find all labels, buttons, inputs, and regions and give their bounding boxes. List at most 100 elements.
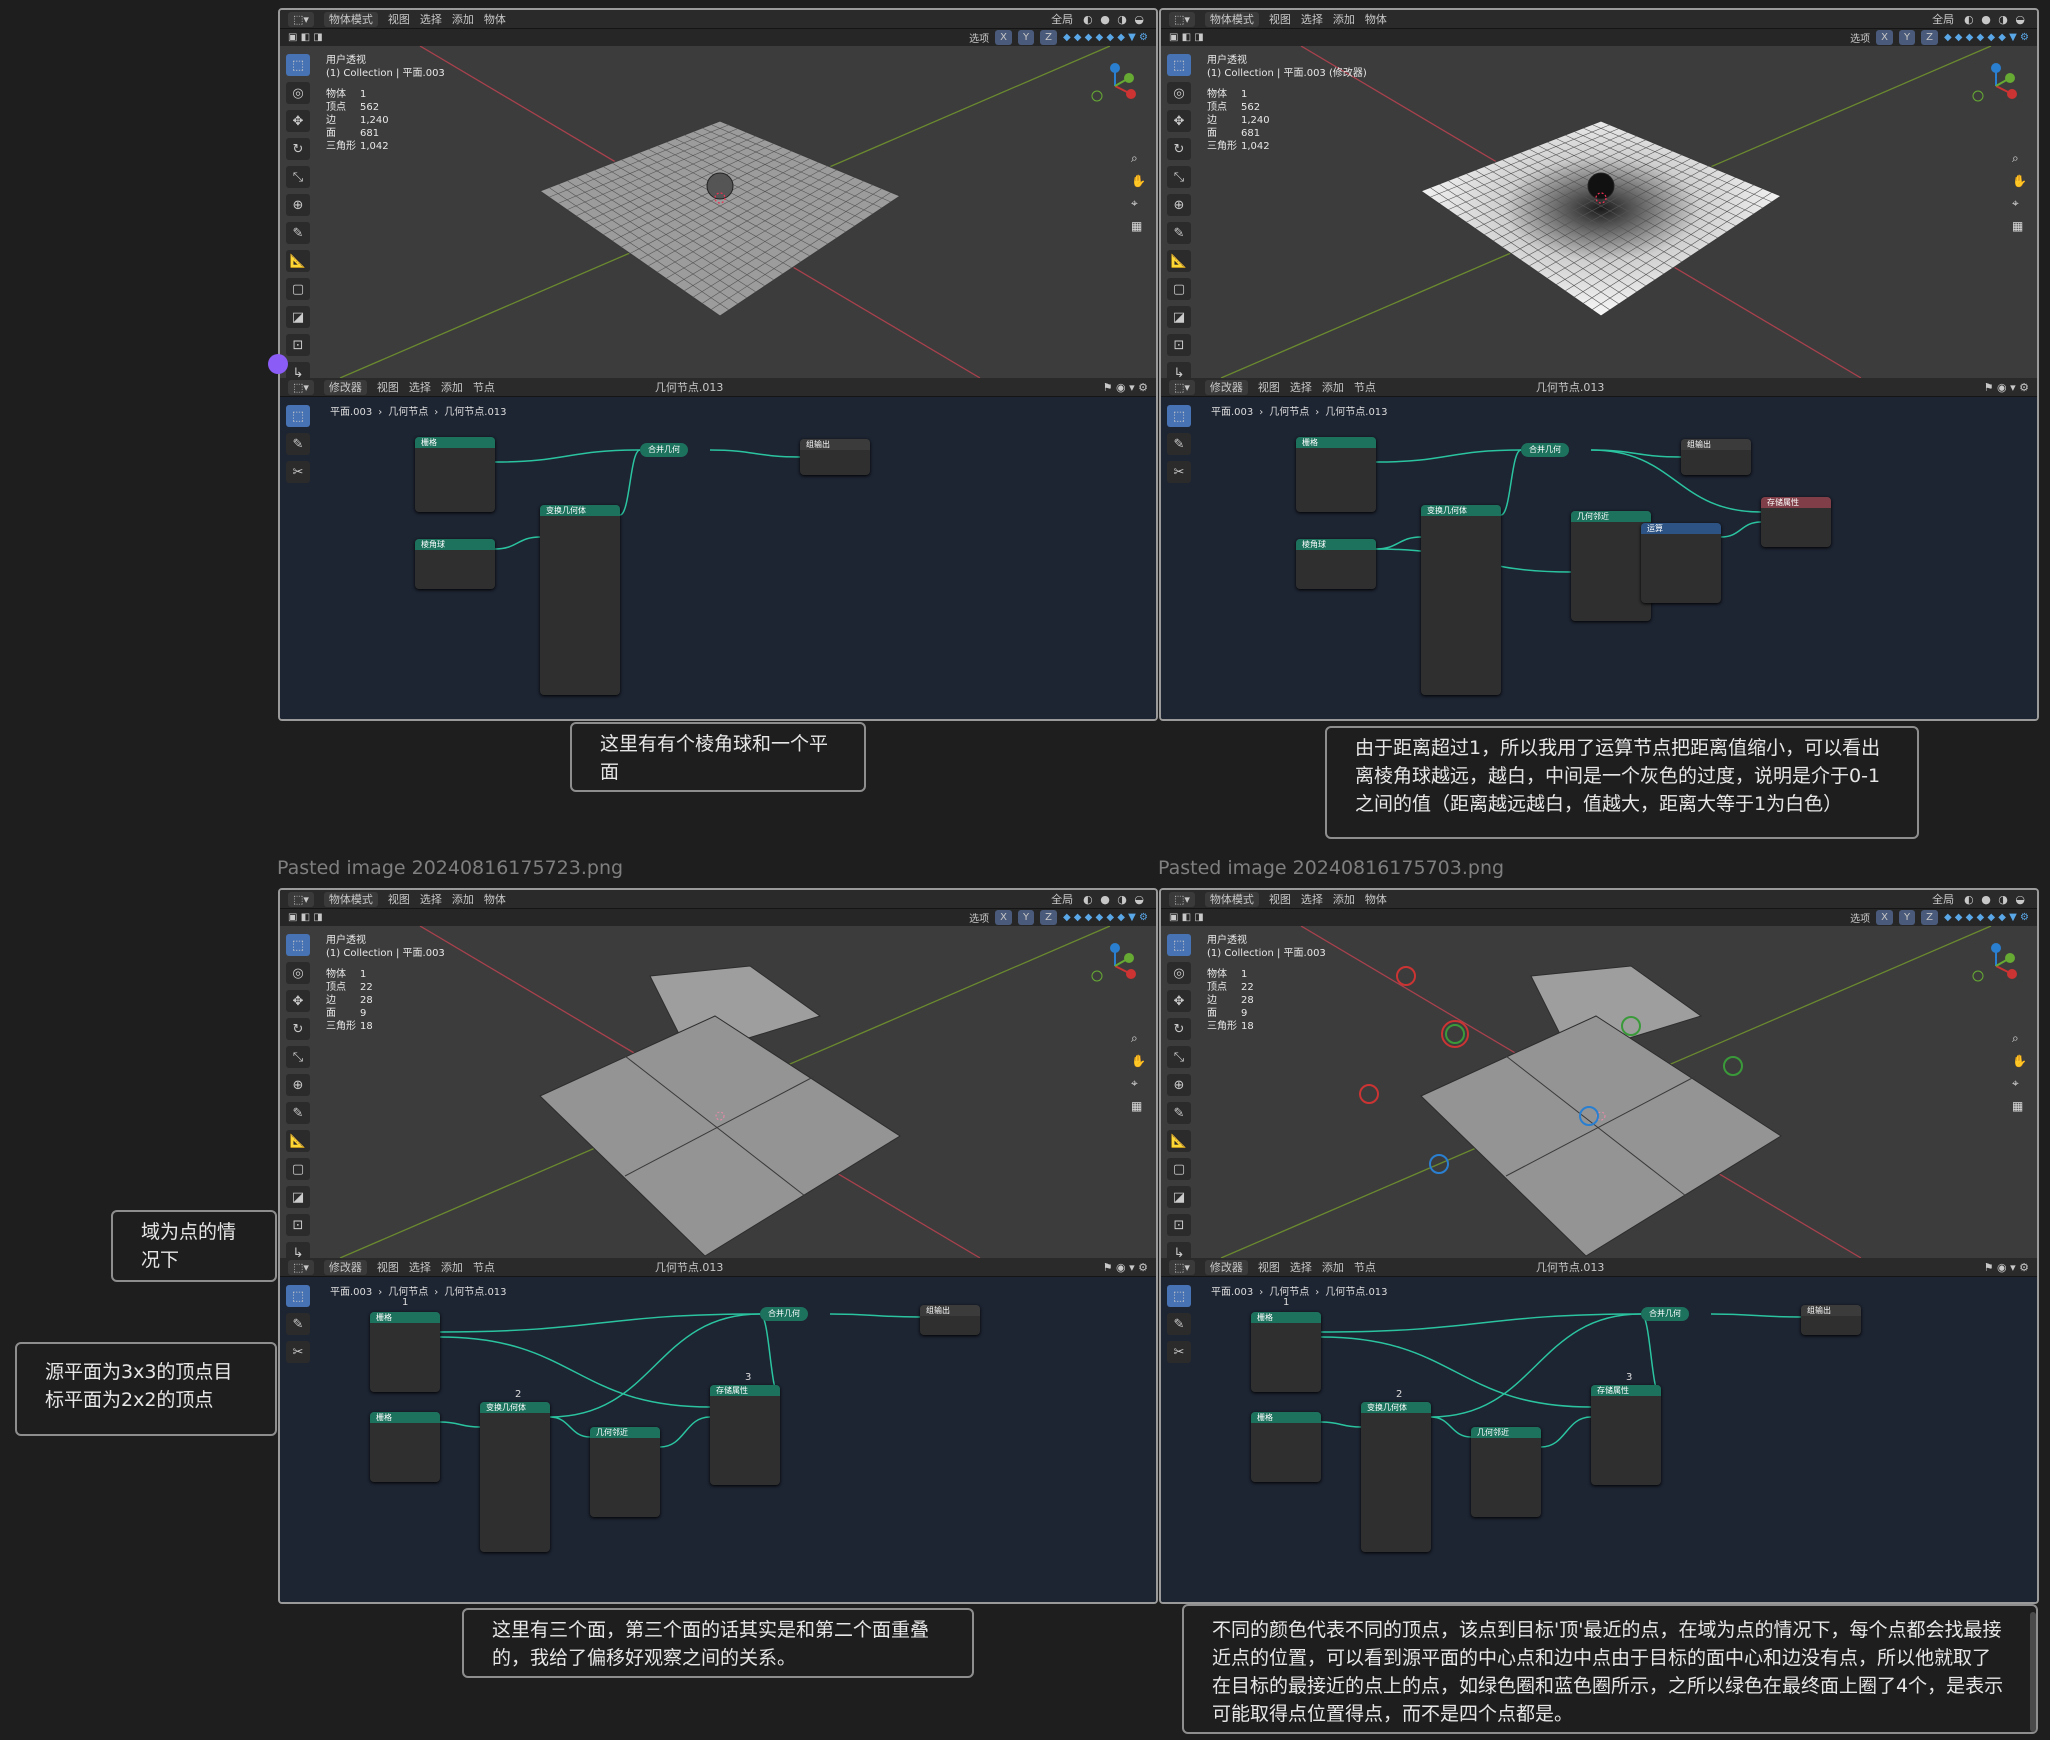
add-cube-tool-icon[interactable]: ▢: [1167, 278, 1191, 300]
node-output[interactable]: 组输出: [1681, 439, 1751, 475]
select-mode-icons[interactable]: ▣ ◧ ◨: [288, 912, 323, 923]
menu-view[interactable]: 视图: [1269, 11, 1291, 27]
mode-dropdown[interactable]: 物体模式: [323, 11, 378, 27]
node-header-icons[interactable]: ⚑ ◉ ▾ ⚙: [1103, 381, 1148, 394]
annotate-tool-icon[interactable]: ✎: [286, 1102, 310, 1124]
editor-type-button[interactable]: ⬚▾: [288, 891, 314, 907]
node-join[interactable]: 合并几何: [760, 1307, 808, 1321]
annotate-tool-icon[interactable]: ✎: [1167, 222, 1191, 244]
scale-tool-icon[interactable]: ⤡: [286, 1046, 310, 1068]
zoom-icon[interactable]: ⌕: [1131, 1031, 1146, 1046]
scale-tool-icon[interactable]: ⤡: [286, 166, 310, 188]
node-header-icons[interactable]: ⚑ ◉ ▾ ⚙: [1984, 1261, 2029, 1274]
gizmo-icons[interactable]: ◆ ◆ ◆ ◆ ◆ ◆ ▼ ⚙: [1944, 912, 2029, 923]
transform-tool-icon[interactable]: ⊕: [286, 194, 310, 216]
axis-z-toggle[interactable]: Z: [1040, 910, 1057, 925]
editor-type-button[interactable]: ⬚▾: [288, 1259, 314, 1275]
transform-tool-icon[interactable]: ⊕: [1167, 194, 1191, 216]
select-box-tool-icon[interactable]: ⬚: [286, 934, 310, 956]
node-menu-add[interactable]: 添加: [1322, 1259, 1344, 1275]
scrollbar[interactable]: [2030, 1612, 2036, 1732]
node-grid[interactable]: 栅格: [370, 1312, 440, 1392]
menu-object[interactable]: 物体: [484, 11, 506, 27]
modifier-dropdown[interactable]: 修改器: [1204, 1259, 1248, 1275]
node-menu-add[interactable]: 添加: [441, 1259, 463, 1275]
extrude-tool-icon[interactable]: ⊡: [1167, 334, 1191, 356]
gizmo-icons[interactable]: ◆ ◆ ◆ ◆ ◆ ◆ ▼ ⚙: [1063, 912, 1148, 923]
axis-z-toggle[interactable]: Z: [1921, 30, 1938, 45]
node-grid[interactable]: 栅格: [1296, 437, 1376, 512]
select-mode-icons[interactable]: ▣ ◧ ◨: [288, 32, 323, 43]
axis-y-toggle[interactable]: Y: [1898, 910, 1916, 925]
menu-select[interactable]: 选择: [420, 11, 442, 27]
editor-type-button[interactable]: ⬚▾: [1169, 1259, 1195, 1275]
node-editor[interactable]: ⬚ ✎ ✂ 平面.003 › 几何节点 › 几何节点.013 栅格 棱角球 变换几何体 合并几何 组输出: [280, 397, 1156, 719]
node-menu-node[interactable]: 节点: [473, 379, 495, 395]
shrink-tool-icon[interactable]: ◪: [1167, 1186, 1191, 1208]
node-menu-view[interactable]: 视图: [1258, 379, 1280, 395]
node-grid[interactable]: 栅格: [1251, 1312, 1321, 1392]
node-output[interactable]: 组输出: [920, 1305, 980, 1335]
axis-z-toggle[interactable]: Z: [1921, 910, 1938, 925]
node-ico[interactable]: 棱角球: [415, 539, 495, 589]
node-tree-name[interactable]: 几何节点.013: [1536, 1259, 1605, 1275]
mode-dropdown[interactable]: 物体模式: [323, 891, 378, 907]
node-menu-view[interactable]: 视图: [377, 379, 399, 395]
3d-viewport[interactable]: ⬚ ◎ ✥ ↻ ⤡ ⊕ ✎ 📐 ▢ ◪ ⊡ ↳ 用户透视 (1) Collection | 平面.003 物…: [1161, 926, 2037, 1264]
ortho-icon[interactable]: ▦: [1131, 1099, 1146, 1113]
select-box-tool-icon[interactable]: ⬚: [1167, 54, 1191, 76]
cursor-tool-icon[interactable]: ◎: [286, 962, 310, 984]
add-cube-tool-icon[interactable]: ▢: [286, 278, 310, 300]
editor-type-button[interactable]: ⬚▾: [1169, 11, 1195, 27]
transform-tool-icon[interactable]: ⊕: [286, 1074, 310, 1096]
measure-tool-icon[interactable]: 📐: [286, 250, 310, 272]
annotate-tool-icon[interactable]: ✎: [1167, 1102, 1191, 1124]
ortho-icon[interactable]: ▦: [1131, 219, 1146, 233]
axis-y-toggle[interactable]: Y: [1017, 910, 1035, 925]
cursor-tool-icon[interactable]: ◎: [1167, 82, 1191, 104]
extrude-tool-icon[interactable]: ⊡: [286, 1214, 310, 1236]
add-cube-tool-icon[interactable]: ▢: [286, 1158, 310, 1180]
axis-x-toggle[interactable]: X: [1876, 910, 1893, 925]
scale-tool-icon[interactable]: ⤡: [1167, 166, 1191, 188]
shrink-tool-icon[interactable]: ◪: [286, 306, 310, 328]
node-math[interactable]: 运算: [1641, 523, 1721, 603]
menu-select[interactable]: 选择: [420, 891, 442, 907]
node-ico[interactable]: 棱角球: [1296, 539, 1376, 589]
node-sample[interactable]: 几何邻近: [1571, 511, 1651, 621]
mode-dropdown[interactable]: 物体模式: [1204, 11, 1259, 27]
transform-orientation[interactable]: 全局: [1051, 891, 1073, 907]
axis-y-toggle[interactable]: Y: [1898, 30, 1916, 45]
node-editor[interactable]: ⬚ ✎ ✂ 平面.003 › 几何节点 › 几何节点.013 栅格 栅格 变换几何体 几何邻近 存储属性…: [1161, 1277, 2037, 1602]
menu-object[interactable]: 物体: [1365, 11, 1387, 27]
node-menu-select[interactable]: 选择: [409, 1259, 431, 1275]
node-menu-add[interactable]: 添加: [441, 379, 463, 395]
node-sample[interactable]: 几何邻近: [1471, 1427, 1541, 1517]
node-menu-add[interactable]: 添加: [1322, 379, 1344, 395]
editor-type-button[interactable]: ⬚▾: [1169, 891, 1195, 907]
node-menu-node[interactable]: 节点: [1354, 1259, 1376, 1275]
rotate-tool-icon[interactable]: ↻: [286, 138, 310, 160]
axis-z-toggle[interactable]: Z: [1040, 30, 1057, 45]
move-tool-icon[interactable]: ✥: [286, 990, 310, 1012]
3d-viewport[interactable]: ⬚ ◎ ✥ ↻ ⤡ ⊕ ✎ 📐 ▢ ◪ ⊡ ↳ 用户透视 (1) Collection | 平面.003 …: [1161, 46, 2037, 384]
axis-x-toggle[interactable]: X: [1876, 30, 1893, 45]
transform-orientation[interactable]: 全局: [1051, 11, 1073, 27]
node-editor[interactable]: ⬚ ✎ ✂ 平面.003 › 几何节点 › 几何节点.013 栅格 棱角球 变换几何体 合并几何 组输出…: [1161, 397, 2037, 719]
pan-icon[interactable]: ✋: [2012, 1054, 2027, 1068]
rotate-tool-icon[interactable]: ↻: [1167, 138, 1191, 160]
cursor-tool-icon[interactable]: ◎: [286, 82, 310, 104]
node-menu-select[interactable]: 选择: [1290, 1259, 1312, 1275]
menu-view[interactable]: 视图: [1269, 891, 1291, 907]
node-menu-select[interactable]: 选择: [1290, 379, 1312, 395]
extrude-tool-icon[interactable]: ⊡: [1167, 1214, 1191, 1236]
measure-tool-icon[interactable]: 📐: [1167, 250, 1191, 272]
camera-icon[interactable]: ⌖: [2012, 1076, 2027, 1091]
shrink-tool-icon[interactable]: ◪: [286, 1186, 310, 1208]
node-tree-name[interactable]: 几何节点.013: [655, 379, 724, 395]
node-store[interactable]: 存储属性: [1761, 497, 1831, 547]
node-transform[interactable]: 变换几何体: [1361, 1402, 1431, 1552]
node-editor[interactable]: ⬚ ✎ ✂ 平面.003 › 几何节点 › 几何节点.013 栅格 栅格 变换几何体 几何邻近 存储属性…: [280, 1277, 1156, 1602]
extrude-tool-icon[interactable]: ⊡: [286, 334, 310, 356]
ortho-icon[interactable]: ▦: [2012, 219, 2027, 233]
